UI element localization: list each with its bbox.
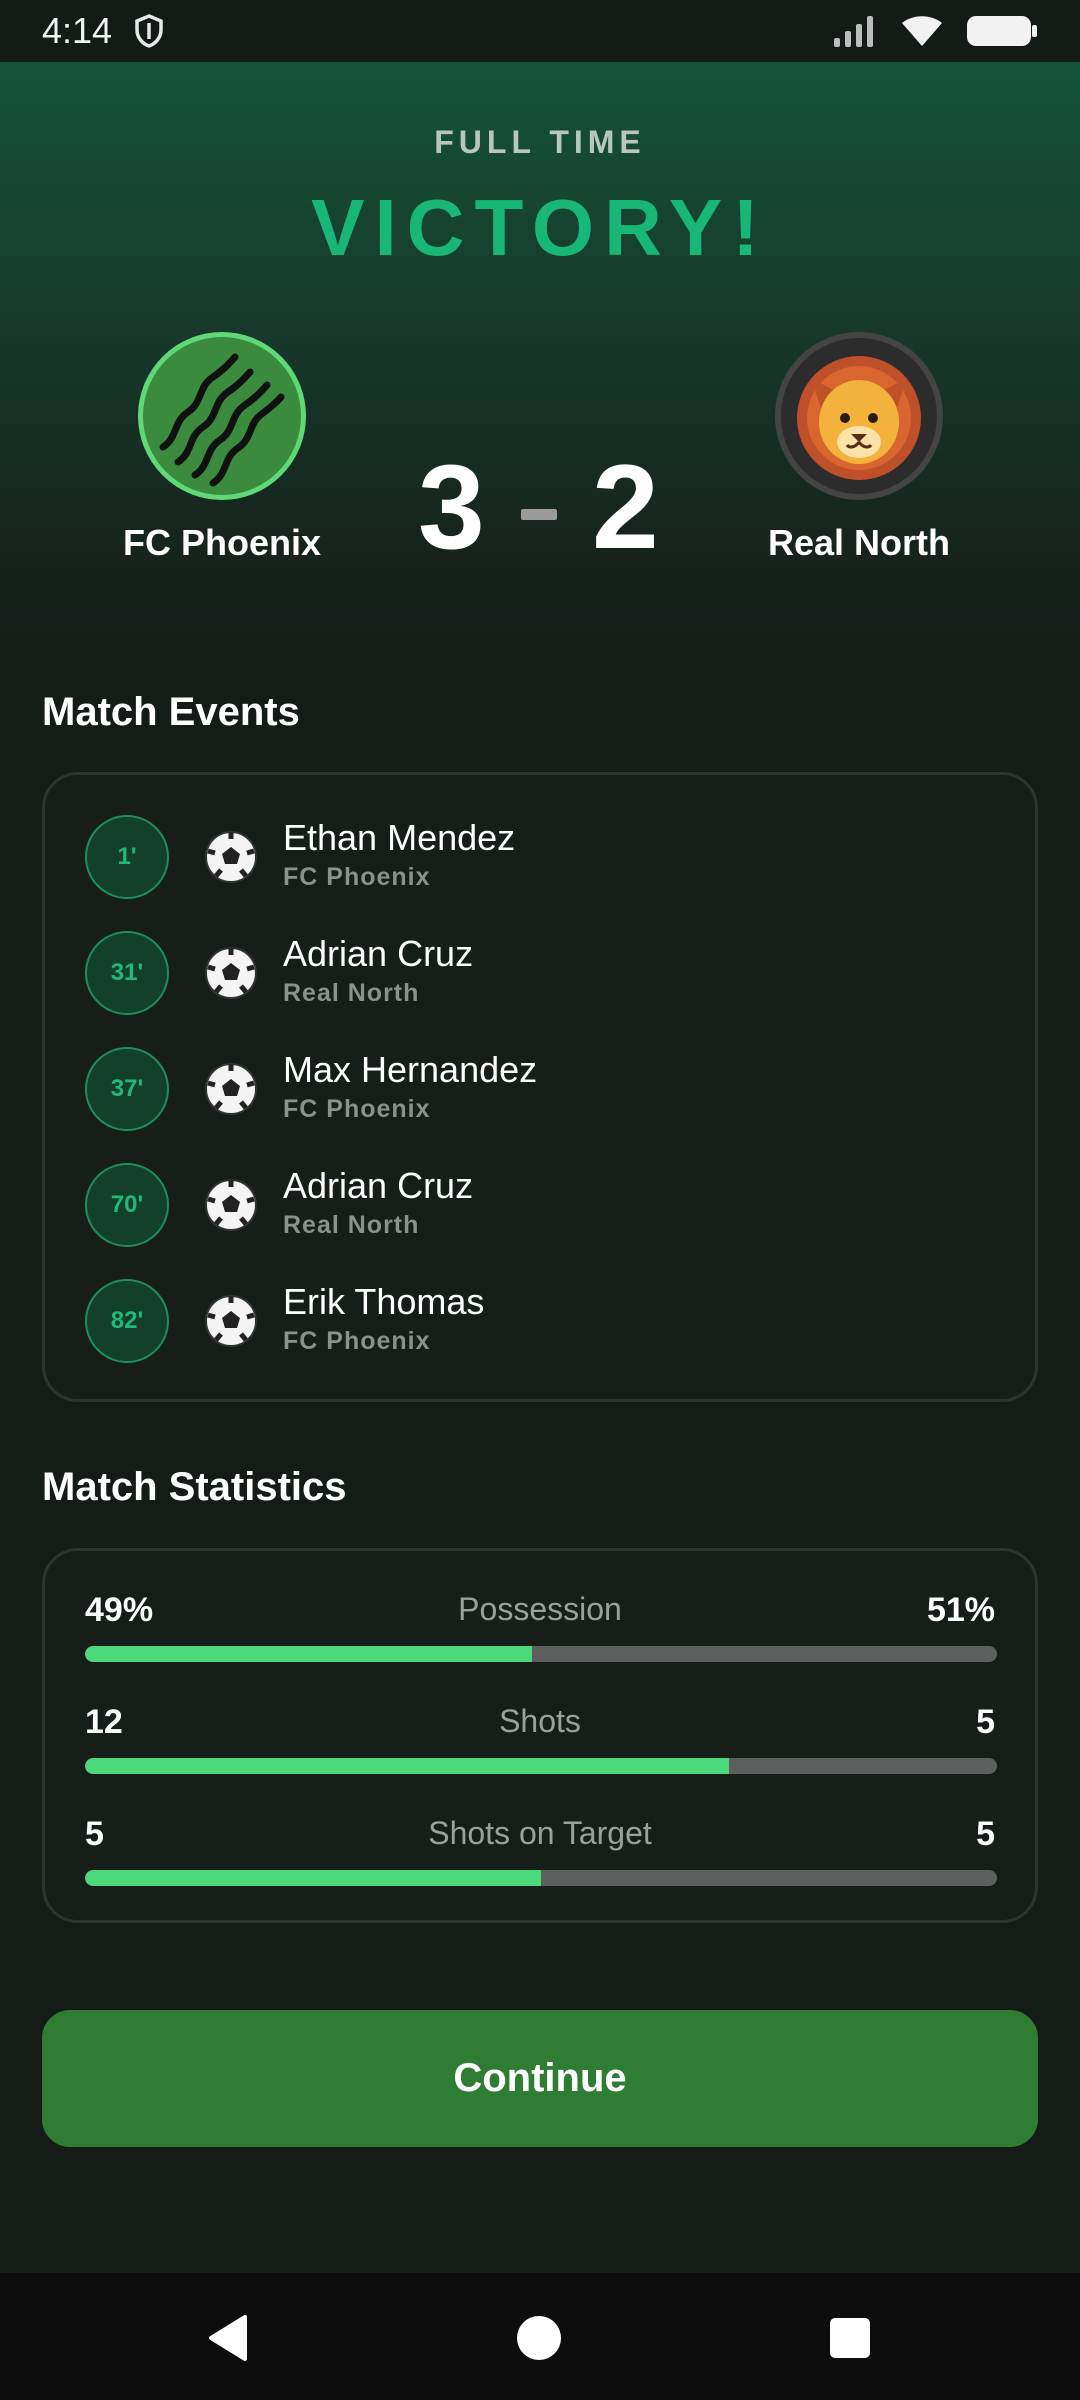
stat-bar-track: [85, 1870, 997, 1886]
event-team-name: FC Phoenix: [283, 1095, 431, 1123]
event-row: 1' Ethan Mendez FC Phoenix: [45, 799, 1035, 915]
event-row: 82' Erik Thomas FC Phoenix: [45, 1263, 1035, 1379]
stat-away-value: 5: [976, 1703, 995, 1741]
soccer-ball-icon: [205, 1063, 257, 1115]
match-events-card: 1' Ethan Mendez FC Phoenix 31' Adrian Cr…: [42, 772, 1038, 1402]
match-statistics-title: Match Statistics: [42, 1465, 347, 1509]
away-team-badge: [775, 332, 943, 500]
signal-icon: [834, 16, 873, 47]
event-player-name: Adrian Cruz: [283, 933, 474, 974]
stat-label: Possession: [458, 1591, 622, 1627]
stat-bar-fill: [85, 1646, 532, 1662]
event-minute: 1': [85, 815, 169, 899]
event-minute: 37': [85, 1047, 169, 1131]
stripes-badge-icon: [159, 353, 285, 487]
soccer-ball-icon: [205, 947, 257, 999]
wifi-icon: [902, 16, 942, 46]
event-player-name: Ethan Mendez: [283, 817, 516, 858]
event-team-name: Real North: [283, 979, 420, 1007]
stat-away-value: 5: [976, 1815, 995, 1853]
stat-row-shots-on-target: 5 Shots on Target 5: [45, 1775, 1035, 1886]
shield-icon: [135, 14, 163, 48]
event-minute: 31': [85, 931, 169, 1015]
score-separator: [521, 509, 557, 520]
stat-bar-fill: [85, 1870, 541, 1886]
soccer-ball-icon: [205, 831, 257, 883]
back-icon[interactable]: [205, 2313, 251, 2363]
event-minute: 70': [85, 1163, 169, 1247]
event-row: 31' Adrian Cruz Real North: [45, 915, 1035, 1031]
match-result: VICTORY!: [311, 183, 769, 272]
event-team-name: Real North: [283, 1211, 420, 1239]
stat-bar-track: [85, 1646, 997, 1662]
away-score: 2: [592, 440, 659, 574]
event-player-name: Max Hernandez: [283, 1049, 538, 1090]
stat-row-shots: 12 Shots 5: [45, 1663, 1035, 1774]
status-bar: 4:14: [0, 0, 1080, 62]
status-left: 4:14: [42, 10, 164, 52]
home-team-badge: [138, 332, 306, 500]
home-team-name: FC Phoenix: [122, 522, 322, 563]
event-player-name: Adrian Cruz: [283, 1165, 474, 1206]
event-row: 37' Max Hernandez FC Phoenix: [45, 1031, 1035, 1147]
lion-icon: [797, 356, 921, 480]
recents-icon[interactable]: [829, 2317, 871, 2359]
match-status: FULL TIME: [434, 124, 646, 160]
match-header: FULL TIME VICTORY! FC Phoenix 3 2 Real N…: [0, 62, 1080, 642]
stat-label: Shots: [499, 1703, 581, 1739]
stat-row-possession: 49% Possession 51%: [45, 1551, 1035, 1662]
home-icon[interactable]: [516, 2315, 562, 2361]
match-events-title: Match Events: [42, 690, 300, 734]
stat-away-value: 51%: [926, 1591, 995, 1629]
continue-button[interactable]: Continue: [42, 2010, 1038, 2147]
system-navigation-bar: [0, 2273, 1080, 2400]
home-score: 3: [418, 440, 485, 574]
status-right: [832, 14, 1038, 48]
event-row: 70' Adrian Cruz Real North: [45, 1147, 1035, 1263]
stat-bar-fill: [85, 1758, 729, 1774]
battery-icon: [967, 16, 1037, 46]
stat-bar-track: [85, 1758, 997, 1774]
status-time: 4:14: [42, 10, 113, 51]
away-team-name: Real North: [767, 522, 951, 563]
event-minute: 82': [85, 1279, 169, 1363]
event-team-name: FC Phoenix: [283, 863, 431, 891]
stat-label: Shots on Target: [428, 1815, 652, 1851]
event-player-name: Erik Thomas: [283, 1281, 485, 1322]
event-team-name: FC Phoenix: [283, 1327, 431, 1355]
soccer-ball-icon: [205, 1179, 257, 1231]
match-statistics-card: 49% Possession 51% 12 Shots 5 5 Shots on…: [42, 1548, 1038, 1923]
soccer-ball-icon: [205, 1295, 257, 1347]
